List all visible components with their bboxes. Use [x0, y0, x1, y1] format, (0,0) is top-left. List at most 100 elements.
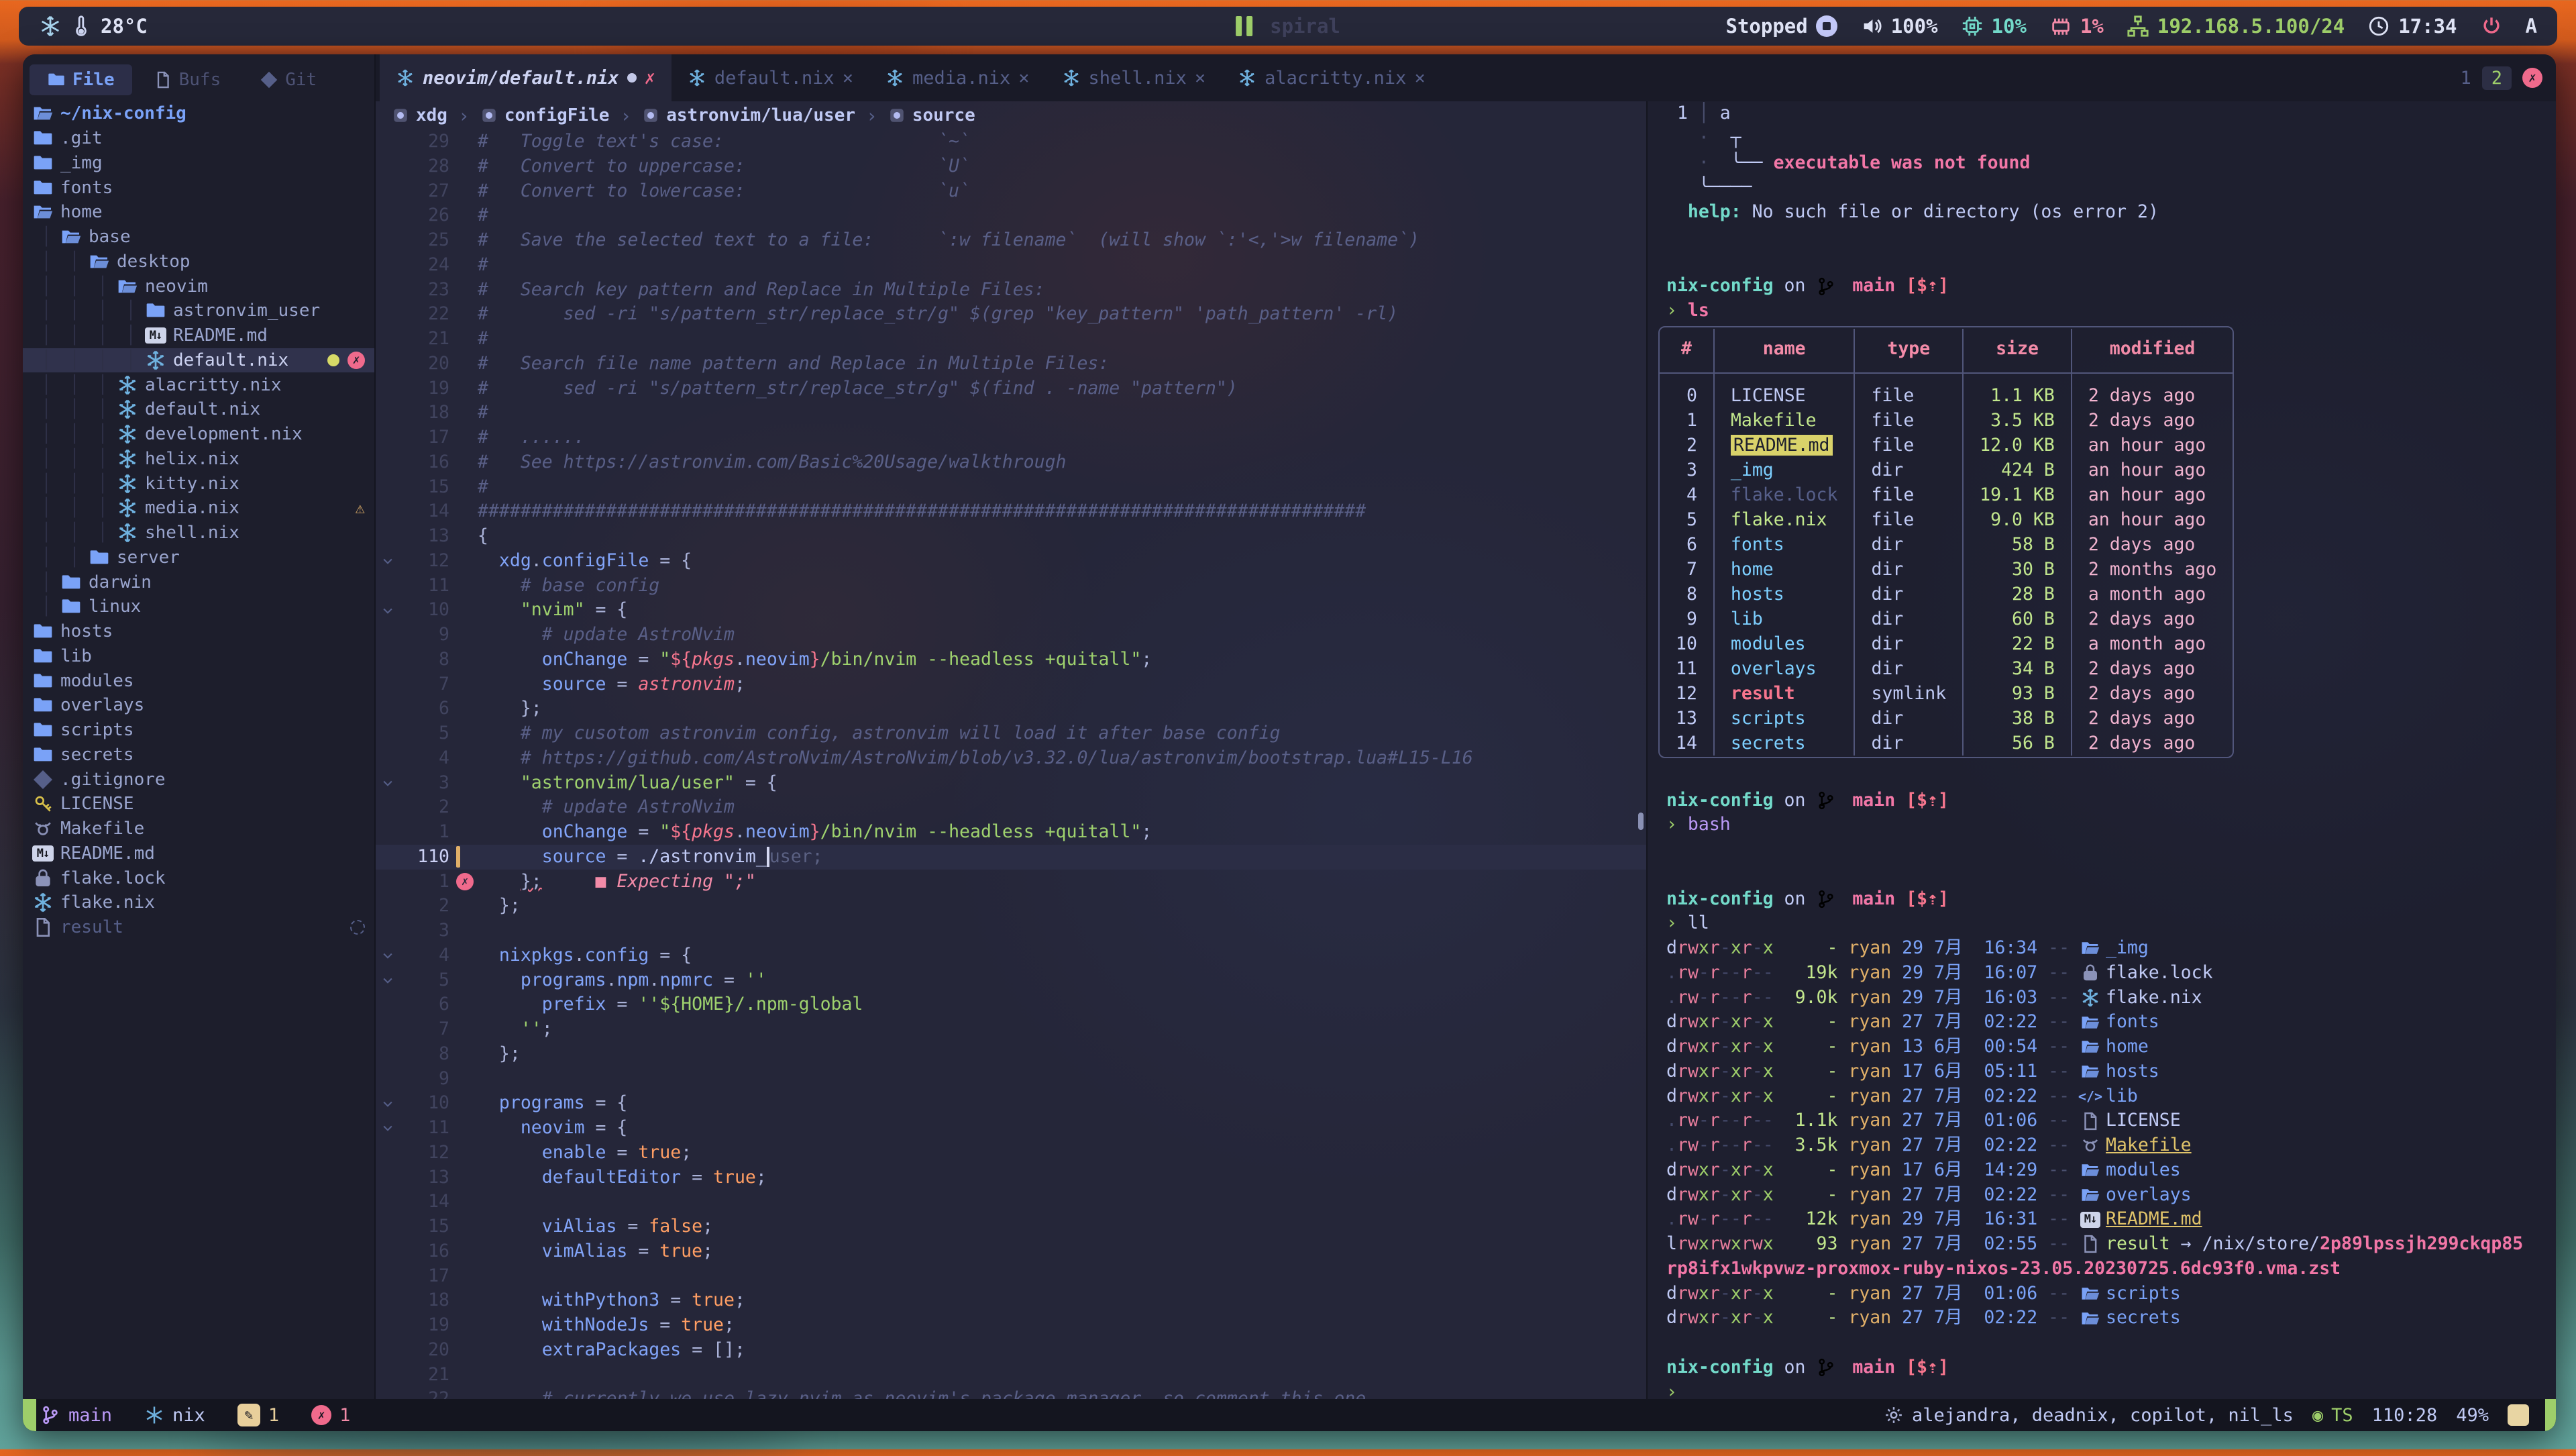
clock-indicator[interactable]: 17:34 — [2367, 15, 2457, 38]
editor-line[interactable]: 29# Toggle text's case: `~` — [376, 129, 1646, 154]
tree-item[interactable]: │││default.nix — [23, 397, 374, 422]
editor-line[interactable]: 26# — [376, 203, 1646, 228]
editor-line[interactable]: 23# Search key pattern and Replace in Mu… — [376, 278, 1646, 303]
scrollbar-thumb[interactable] — [1638, 813, 1644, 830]
tree-item[interactable]: │darwin — [23, 570, 374, 594]
tree-item[interactable]: ││││astronvim_user — [23, 299, 374, 323]
fold-chevron-icon[interactable] — [376, 776, 400, 790]
editor-line[interactable]: 18 withPython3 = true; — [376, 1288, 1646, 1313]
fold-chevron-icon[interactable] — [376, 974, 400, 987]
close-icon[interactable]: ✗ — [645, 68, 655, 89]
close-icon[interactable]: × — [1195, 68, 1205, 89]
editor-line[interactable]: 15# — [376, 475, 1646, 500]
cpu-indicator[interactable]: 10% — [1961, 15, 2027, 38]
close-icon[interactable]: ✗ — [347, 352, 365, 369]
fold-chevron-icon[interactable] — [376, 554, 400, 568]
editor-line[interactable]: 4 # https://github.com/AstroNvim/AstroNv… — [376, 746, 1646, 771]
buffer-tab[interactable]: neovim/default.nix✗ — [380, 54, 672, 101]
tree-item[interactable]: ││server — [23, 545, 374, 570]
recording-status[interactable]: Stopped — [1725, 15, 1837, 38]
editor-line[interactable]: 1✗ }; ■ Expecting ";" — [376, 870, 1646, 894]
editor-line[interactable]: 15 viAlias = false; — [376, 1214, 1646, 1239]
buffer-tab[interactable]: alacritty.nix× — [1222, 54, 1442, 101]
editor-line[interactable]: 1 onChange = "${pkgs.neovim}/bin/nvim --… — [376, 820, 1646, 845]
editor-line[interactable]: 28# Convert to uppercase: `U` — [376, 154, 1646, 179]
neotree-tab-bufs[interactable]: Bufs — [136, 64, 239, 95]
breadcrumb-item[interactable]: xdg — [416, 105, 447, 125]
editor-line[interactable]: 14 — [376, 1190, 1646, 1214]
editor-line[interactable]: 22 # currently we use lazy.nvim as neovi… — [376, 1387, 1646, 1399]
editor-line[interactable]: 24# — [376, 253, 1646, 278]
tree-item[interactable]: _img — [23, 151, 374, 176]
tree-item[interactable]: ││││default.nix✗ — [23, 348, 374, 373]
breadcrumb-item[interactable]: source — [912, 105, 975, 125]
tree-item[interactable]: lib — [23, 644, 374, 669]
volume-indicator[interactable]: 100% — [1860, 15, 1938, 38]
tree-item[interactable]: .gitignore — [23, 767, 374, 792]
tab-number-1[interactable]: 1 — [2460, 68, 2471, 89]
editor-line[interactable]: 7 ''; — [376, 1017, 1646, 1042]
tree-item[interactable]: flake.lock — [23, 866, 374, 890]
editor-line[interactable]: 2 # update AstroNvim — [376, 795, 1646, 820]
editor-line[interactable]: 3 "astronvim/lua/user" = { — [376, 771, 1646, 796]
close-icon[interactable]: × — [843, 68, 853, 89]
editor-line[interactable]: 25# Save the selected text to a file: `:… — [376, 228, 1646, 253]
buffer-tab[interactable]: default.nix× — [672, 54, 869, 101]
tree-item[interactable]: │││helix.nix — [23, 447, 374, 472]
tree-item[interactable]: overlays — [23, 693, 374, 718]
editor-line[interactable]: 5 # my cusotom astronvim config, astronv… — [376, 721, 1646, 746]
editor-line[interactable]: 21# — [376, 327, 1646, 352]
editor-line[interactable]: 9 — [376, 1067, 1646, 1092]
tree-item[interactable]: LICENSE — [23, 792, 374, 817]
tree-item[interactable]: │││development.nix — [23, 422, 374, 447]
git-branch-status[interactable]: main — [40, 1405, 112, 1426]
breadcrumb-item[interactable]: astronvim/lua/user — [666, 105, 855, 125]
editor-line[interactable]: 5 programs.npm.npmrc = '' — [376, 968, 1646, 993]
editor-line[interactable]: 3 — [376, 919, 1646, 943]
editor-line[interactable]: 16 vimAlias = true; — [376, 1239, 1646, 1264]
editor-pane[interactable]: xdg›configFile›astronvim/lua/user›source… — [376, 101, 1646, 1399]
editor-line[interactable]: 110 source = ./astronvim_user; — [376, 845, 1646, 870]
buffer-tab[interactable]: media.nix× — [869, 54, 1046, 101]
editor-line[interactable]: 27# Convert to lowercase: `u` — [376, 179, 1646, 204]
topbar-media[interactable]: spiral — [1236, 15, 1340, 38]
editor-line[interactable]: 19# sed -ri "s/pattern_str/replace_str/g… — [376, 376, 1646, 401]
tree-item[interactable]: │││alacritty.nix — [23, 372, 374, 397]
network-indicator[interactable]: 192.168.5.100/24 — [2127, 15, 2345, 38]
tab-number-2[interactable]: 2 — [2482, 66, 2512, 90]
close-icon[interactable]: × — [1414, 68, 1425, 89]
editor-line[interactable]: 12 xdg.configFile = { — [376, 549, 1646, 574]
editor-line[interactable]: 12 enable = true; — [376, 1141, 1646, 1165]
editor-line[interactable]: 22# sed -ri "s/pattern_str/replace_str/g… — [376, 302, 1646, 327]
editor-line[interactable]: 20# Search file name pattern and Replace… — [376, 352, 1646, 376]
fold-chevron-icon[interactable] — [376, 1121, 400, 1135]
buffer-tab[interactable]: shell.nix× — [1046, 54, 1222, 101]
memory-indicator[interactable]: 1% — [2049, 15, 2104, 38]
editor-line[interactable]: 14######################################… — [376, 499, 1646, 524]
tree-item[interactable]: │││shell.nix — [23, 521, 374, 545]
editor-line[interactable]: 16# See https://astronvim.com/Basic%20Us… — [376, 450, 1646, 475]
close-tab-icon[interactable]: ✗ — [2522, 68, 2542, 88]
editor-line[interactable]: 10 "nvim" = { — [376, 598, 1646, 623]
neotree-tab-file[interactable]: File — [30, 64, 132, 95]
editor-line[interactable]: 9 # update AstroNvim — [376, 623, 1646, 647]
close-icon[interactable]: × — [1018, 68, 1029, 89]
code-area[interactable]: 29# Toggle text's case: `~`28# Convert t… — [376, 129, 1646, 1399]
editor-line[interactable]: 6 }; — [376, 696, 1646, 721]
editor-line[interactable]: 17 — [376, 1264, 1646, 1289]
editor-line[interactable]: 2 }; — [376, 894, 1646, 919]
editor-line[interactable]: 11 neovim = { — [376, 1116, 1646, 1141]
breadcrumb-item[interactable]: configFile — [504, 105, 610, 125]
editor-line[interactable]: 17# ...... — [376, 425, 1646, 450]
tree-item[interactable]: modules — [23, 668, 374, 693]
tree-item[interactable]: fonts — [23, 175, 374, 200]
tree-item[interactable]: secrets — [23, 743, 374, 768]
neotree-tab-git[interactable]: Git — [242, 64, 334, 95]
tree-item[interactable]: │base — [23, 225, 374, 250]
tree-item[interactable]: scripts — [23, 718, 374, 743]
tree-item[interactable]: │││neovim — [23, 274, 374, 299]
editor-line[interactable]: 19 withNodeJs = true; — [376, 1313, 1646, 1338]
tree-item[interactable]: ~/nix-config — [23, 101, 374, 126]
tree-item[interactable]: Makefile — [23, 817, 374, 841]
tree-item[interactable]: hosts — [23, 619, 374, 644]
